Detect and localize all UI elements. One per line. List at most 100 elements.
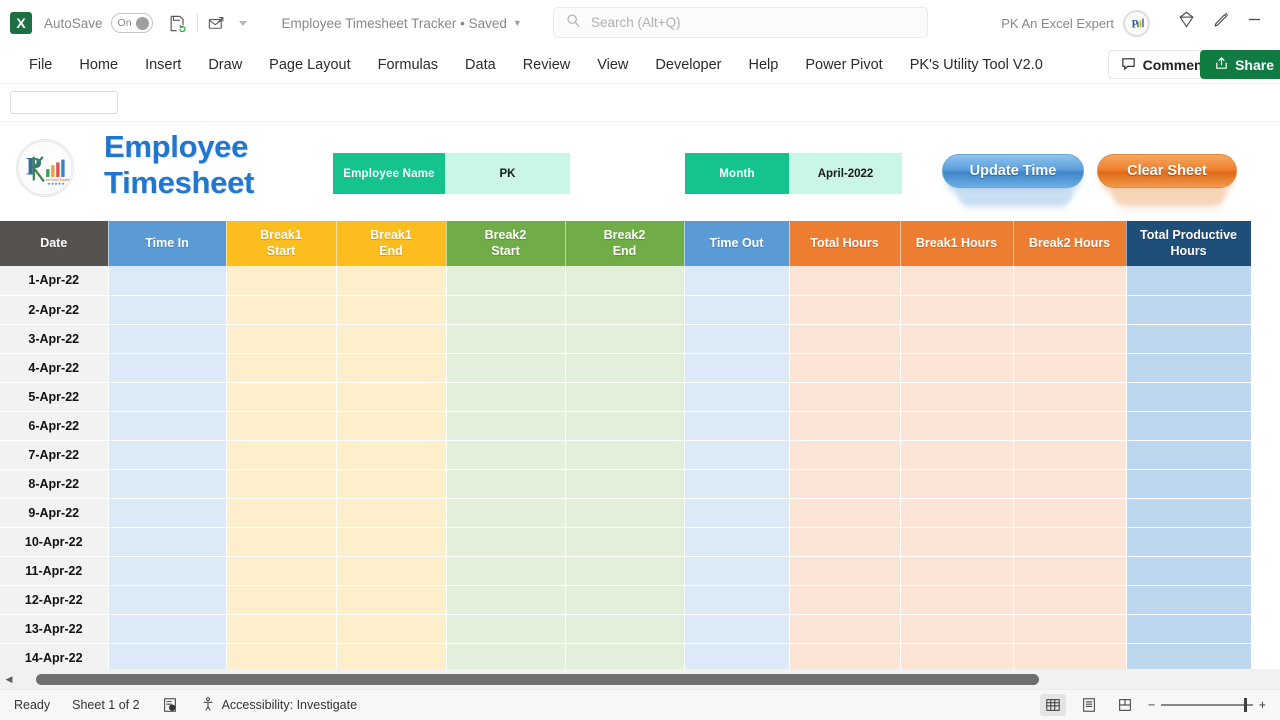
- cell-time-out[interactable]: [684, 614, 790, 644]
- cell-total-productive-hours[interactable]: [1126, 324, 1252, 354]
- scroll-left-icon[interactable]: ◀: [0, 674, 18, 685]
- cell-break1-hours[interactable]: [900, 440, 1014, 470]
- cell-time-out[interactable]: [684, 440, 790, 470]
- employee-name-value[interactable]: PK: [445, 153, 570, 194]
- tab-page-layout[interactable]: Page Layout: [258, 53, 361, 77]
- column-header-time-out[interactable]: Time Out: [684, 221, 790, 266]
- accessibility-status[interactable]: Accessibility: Investigate: [200, 696, 357, 715]
- cell-break1-start[interactable]: [226, 295, 337, 325]
- cell-date[interactable]: 4-Apr-22: [0, 353, 109, 383]
- cell-time-in[interactable]: [108, 498, 227, 528]
- save-refresh-icon[interactable]: [165, 10, 191, 36]
- cell-total-productive-hours[interactable]: [1126, 353, 1252, 383]
- cell-break2-start[interactable]: [446, 382, 566, 412]
- cell-break2-end[interactable]: [565, 266, 685, 296]
- tab-developer[interactable]: Developer: [644, 53, 732, 77]
- cell-break1-end[interactable]: [336, 295, 447, 325]
- cell-total-hours[interactable]: [789, 353, 901, 383]
- document-title-chevron-down-icon[interactable]: ▼: [513, 18, 522, 28]
- cell-break2-hours[interactable]: [1013, 614, 1127, 644]
- cell-break1-hours[interactable]: [900, 585, 1014, 615]
- cell-break2-end[interactable]: [565, 556, 685, 586]
- tab-power-pivot[interactable]: Power Pivot: [794, 53, 893, 77]
- cell-break1-hours[interactable]: [900, 411, 1014, 441]
- tab-file[interactable]: File: [18, 53, 63, 77]
- tab-review[interactable]: Review: [512, 53, 582, 77]
- cell-break1-end[interactable]: [336, 585, 447, 615]
- cell-break2-hours[interactable]: [1013, 411, 1127, 441]
- cell-break1-hours[interactable]: [900, 353, 1014, 383]
- record-macro-button[interactable]: [162, 697, 178, 713]
- cell-time-in[interactable]: [108, 585, 227, 615]
- cell-time-in[interactable]: [108, 440, 227, 470]
- cell-break1-hours[interactable]: [900, 324, 1014, 354]
- cell-break2-hours[interactable]: [1013, 585, 1127, 615]
- excel-app-icon[interactable]: X: [10, 12, 32, 34]
- cell-date[interactable]: 9-Apr-22: [0, 498, 109, 528]
- cell-break2-start[interactable]: [446, 469, 566, 499]
- cell-break1-end[interactable]: [336, 614, 447, 644]
- cell-time-in[interactable]: [108, 324, 227, 354]
- column-header-break2-hours[interactable]: Break2 Hours: [1013, 221, 1127, 266]
- cell-date[interactable]: 7-Apr-22: [0, 440, 109, 470]
- cell-time-out[interactable]: [684, 498, 790, 528]
- cell-break1-end[interactable]: [336, 411, 447, 441]
- cell-break1-hours[interactable]: [900, 643, 1014, 673]
- cell-time-out[interactable]: [684, 266, 790, 296]
- cell-break2-end[interactable]: [565, 498, 685, 528]
- cell-time-in[interactable]: [108, 411, 227, 441]
- cell-break2-start[interactable]: [446, 556, 566, 586]
- cell-time-out[interactable]: [684, 527, 790, 557]
- cell-time-out[interactable]: [684, 643, 790, 673]
- cell-break1-start[interactable]: [226, 440, 337, 470]
- column-header-break1-hours[interactable]: Break1 Hours: [900, 221, 1014, 266]
- cell-time-out[interactable]: [684, 585, 790, 615]
- cell-total-productive-hours[interactable]: [1126, 556, 1252, 586]
- cell-total-hours[interactable]: [789, 469, 901, 499]
- qat-more-chevron-down-icon[interactable]: [230, 10, 256, 36]
- tab-pks-utility-tool[interactable]: PK's Utility Tool V2.0: [899, 53, 1054, 77]
- search-input[interactable]: Search (Alt+Q): [553, 7, 928, 38]
- user-avatar[interactable]: P: [1123, 10, 1150, 37]
- cell-total-productive-hours[interactable]: [1126, 585, 1252, 615]
- column-header-time-in[interactable]: Time In: [108, 221, 227, 266]
- cell-date[interactable]: 6-Apr-22: [0, 411, 109, 441]
- autosave-toggle[interactable]: On: [110, 13, 153, 33]
- cell-break2-start[interactable]: [446, 295, 566, 325]
- zoom-track[interactable]: [1161, 698, 1253, 712]
- cell-break2-end[interactable]: [565, 585, 685, 615]
- horizontal-scrollbar[interactable]: ◀: [0, 669, 1280, 689]
- zoom-knob[interactable]: [1243, 698, 1247, 712]
- cell-break1-start[interactable]: [226, 585, 337, 615]
- cell-total-hours[interactable]: [789, 382, 901, 412]
- cell-break2-hours[interactable]: [1013, 295, 1127, 325]
- cell-break2-start[interactable]: [446, 498, 566, 528]
- cell-date[interactable]: 14-Apr-22: [0, 643, 109, 673]
- cell-break1-start[interactable]: [226, 411, 337, 441]
- cell-break2-hours[interactable]: [1013, 498, 1127, 528]
- cell-total-productive-hours[interactable]: [1126, 411, 1252, 441]
- column-header-break2-start[interactable]: Break2 Start: [446, 221, 566, 266]
- cell-break2-hours[interactable]: [1013, 643, 1127, 673]
- cell-time-in[interactable]: [108, 469, 227, 499]
- cell-break1-end[interactable]: [336, 440, 447, 470]
- cell-total-productive-hours[interactable]: [1126, 643, 1252, 673]
- cell-time-out[interactable]: [684, 469, 790, 499]
- cell-time-in[interactable]: [108, 643, 227, 673]
- cell-total-productive-hours[interactable]: [1126, 440, 1252, 470]
- cell-break2-hours[interactable]: [1013, 266, 1127, 296]
- cell-total-hours[interactable]: [789, 295, 901, 325]
- cell-break2-start[interactable]: [446, 353, 566, 383]
- cell-break2-hours[interactable]: [1013, 324, 1127, 354]
- cell-break1-end[interactable]: [336, 353, 447, 383]
- cell-break1-hours[interactable]: [900, 527, 1014, 557]
- cell-time-in[interactable]: [108, 382, 227, 412]
- cell-break2-hours[interactable]: [1013, 527, 1127, 557]
- tab-home[interactable]: Home: [68, 53, 129, 77]
- share-button[interactable]: Share: [1200, 50, 1280, 79]
- column-header-break1-end[interactable]: Break1 End: [336, 221, 447, 266]
- cell-break2-start[interactable]: [446, 440, 566, 470]
- normal-view-icon[interactable]: [1040, 694, 1066, 716]
- cell-total-hours[interactable]: [789, 556, 901, 586]
- cell-break1-end[interactable]: [336, 527, 447, 557]
